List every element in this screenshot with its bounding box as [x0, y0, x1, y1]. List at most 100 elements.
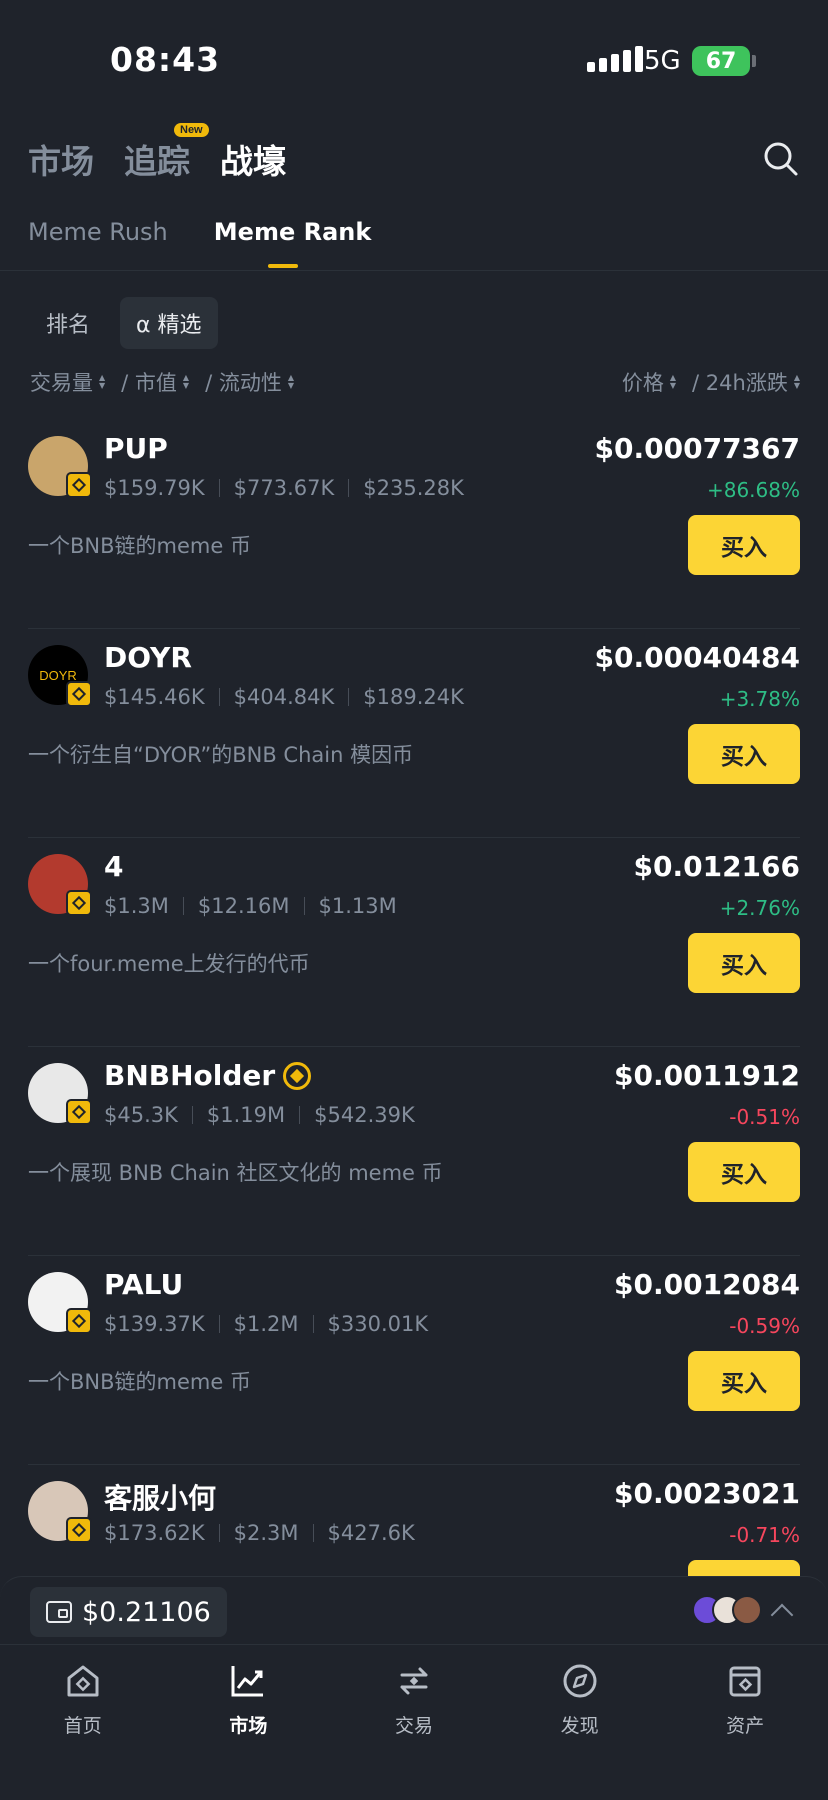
coin-stats: $145.46K $404.84K $189.24K: [104, 685, 464, 709]
coin-market-cap: $773.67K: [233, 476, 335, 500]
tab-label: 市场: [28, 142, 94, 181]
coin-stats: $139.37K $1.2M $330.01K: [104, 1312, 428, 1336]
nav-trade[interactable]: 交易: [331, 1645, 497, 1800]
coin-price: $0.012166: [633, 850, 801, 883]
nav-assets[interactable]: 资产: [662, 1645, 828, 1800]
bnb-chain-icon: [66, 1308, 92, 1334]
sort-arrows-icon: ▲ ▼: [669, 373, 677, 390]
separator: [218, 1315, 220, 1333]
coin-name: 4: [104, 850, 124, 883]
nav-discover[interactable]: 发现: [497, 1645, 663, 1800]
separator: [348, 479, 350, 497]
coin-market-cap: $1.2M: [233, 1312, 299, 1336]
coin-market-cap: $12.16M: [197, 894, 290, 918]
trade-icon: [400, 1667, 428, 1695]
coin-name-wrap: PALU: [104, 1268, 183, 1301]
coin-stats: $45.3K $1.19M $542.39K: [104, 1103, 415, 1127]
filter-alpha-picks[interactable]: α 精选: [120, 297, 218, 349]
chevron-up-icon[interactable]: [770, 1603, 794, 1627]
sort-price[interactable]: 价格 ▲ ▼: [622, 367, 676, 397]
coin-liquidity: $1.13M: [318, 894, 397, 918]
sort-24h-change[interactable]: / 24h涨跌 ▲ ▼: [692, 367, 800, 397]
tab-meme-rank[interactable]: Meme Rank: [214, 218, 371, 268]
coin-row[interactable]: PUP $159.79K $773.67K $235.28K 一个BNB链的me…: [28, 420, 800, 629]
separator: [312, 1524, 314, 1542]
network-type: 5G: [644, 46, 681, 76]
coin-name: DOYR: [104, 641, 192, 674]
buy-button[interactable]: 买入: [688, 933, 800, 993]
coin-name-wrap: BNBHolder: [104, 1059, 312, 1092]
coin-change: +2.76%: [719, 896, 800, 920]
wallet-icon: [46, 1601, 72, 1623]
separator: [303, 897, 305, 915]
coin-list: PUP $159.79K $773.67K $235.28K 一个BNB链的me…: [0, 420, 828, 1674]
separator: [182, 897, 184, 915]
coin-description: 一个BNB链的meme 币: [28, 1370, 251, 1394]
bottom-nav: 首页 市场 交易 发现 资产: [0, 1644, 828, 1800]
filter-row: 排名 α 精选: [30, 297, 218, 349]
coin-volume: $1.3M: [104, 894, 169, 918]
wallet-balance-button[interactable]: $0.21106: [30, 1587, 227, 1637]
coin-volume: $45.3K: [104, 1103, 178, 1127]
coin-name: PALU: [104, 1268, 184, 1301]
coin-name: 客服小何: [104, 1482, 217, 1515]
coin-liquidity: $235.28K: [363, 476, 464, 500]
token-avatars[interactable]: [692, 1595, 762, 1625]
coin-market-cap: $2.3M: [233, 1521, 299, 1545]
coin-description: 一个展现 BNB Chain 社区文化的 meme 币: [28, 1161, 443, 1185]
nav-label: 交易: [394, 1715, 433, 1737]
sub-tabs: Meme Rush Meme Rank: [28, 218, 417, 268]
wallet-balance: $0.21106: [82, 1596, 211, 1628]
battery-level: 67: [705, 48, 737, 74]
sort-market-cap[interactable]: / 市值 ▲ ▼: [121, 367, 189, 397]
separator: [191, 1106, 193, 1124]
sort-label: 价格: [621, 371, 664, 395]
coin-price: $0.00077367: [594, 432, 800, 465]
search-icon[interactable]: [762, 140, 800, 178]
buy-button[interactable]: 买入: [688, 724, 800, 784]
nav-home[interactable]: 首页: [0, 1645, 166, 1800]
home-icon: [67, 1665, 99, 1697]
sort-label: / 流动性: [205, 371, 282, 395]
bnb-chain-icon: [66, 1517, 92, 1543]
coin-row[interactable]: DOYR DOYR $145.46K $404.84K $189.24K 一个衍…: [28, 629, 800, 838]
filter-rank[interactable]: 排名: [30, 297, 106, 349]
buy-button[interactable]: 买入: [688, 1142, 800, 1202]
discover-icon: [563, 1664, 597, 1698]
battery-icon: 67: [692, 46, 750, 76]
coin-price: $0.0023021: [614, 1477, 800, 1510]
nav-label: 首页: [63, 1715, 102, 1737]
coin-liquidity: $542.39K: [314, 1103, 415, 1127]
signal-icon: [587, 46, 643, 72]
nav-market[interactable]: 市场: [166, 1645, 332, 1800]
wallet-bar: $0.21106: [0, 1576, 828, 1644]
sort-liquidity[interactable]: / 流动性 ▲ ▼: [205, 367, 294, 397]
coin-row[interactable]: 4 $1.3M $12.16M $1.13M 一个four.meme上发行的代币…: [28, 838, 800, 1047]
sort-row: 交易量 ▲ ▼ / 市值 ▲ ▼ / 流动性 ▲ ▼ 价格 ▲ ▼ / 24h涨跌 ▲ ▼: [30, 367, 800, 397]
separator: [218, 479, 220, 497]
buy-button[interactable]: 买入: [688, 515, 800, 575]
buy-button[interactable]: 买入: [688, 1351, 800, 1411]
coin-change: -0.51%: [729, 1105, 800, 1129]
coin-name: BNBHolder: [104, 1059, 276, 1092]
tab-market[interactable]: 市场: [28, 135, 94, 183]
coin-volume: $173.62K: [104, 1521, 205, 1545]
tab-label: 追踪: [124, 142, 190, 181]
tab-meme-rush[interactable]: Meme Rush: [28, 218, 168, 246]
tab-label: 战壕: [220, 142, 286, 181]
wallet-icon: [729, 1666, 761, 1697]
sort-label: 交易量: [30, 371, 93, 395]
coin-row[interactable]: BNBHolder $45.3K $1.19M $542.39K 一个展现 BN…: [28, 1047, 800, 1256]
separator: [299, 1106, 301, 1124]
nav-label: 资产: [726, 1715, 765, 1737]
coin-change: +86.68%: [706, 478, 800, 502]
sort-volume[interactable]: 交易量 ▲ ▼: [30, 367, 105, 397]
tab-tracking[interactable]: 追踪 New: [124, 123, 209, 183]
tab-trenches[interactable]: 战壕: [220, 135, 286, 183]
bnb-chain-icon: [66, 472, 92, 498]
coin-stats: $159.79K $773.67K $235.28K: [104, 476, 464, 500]
bnb-chain-icon: [66, 681, 92, 707]
coin-change: -0.59%: [729, 1314, 800, 1338]
sort-arrows-icon: ▲ ▼: [287, 373, 294, 390]
coin-row[interactable]: PALU $139.37K $1.2M $330.01K 一个BNB链的meme…: [28, 1256, 800, 1465]
